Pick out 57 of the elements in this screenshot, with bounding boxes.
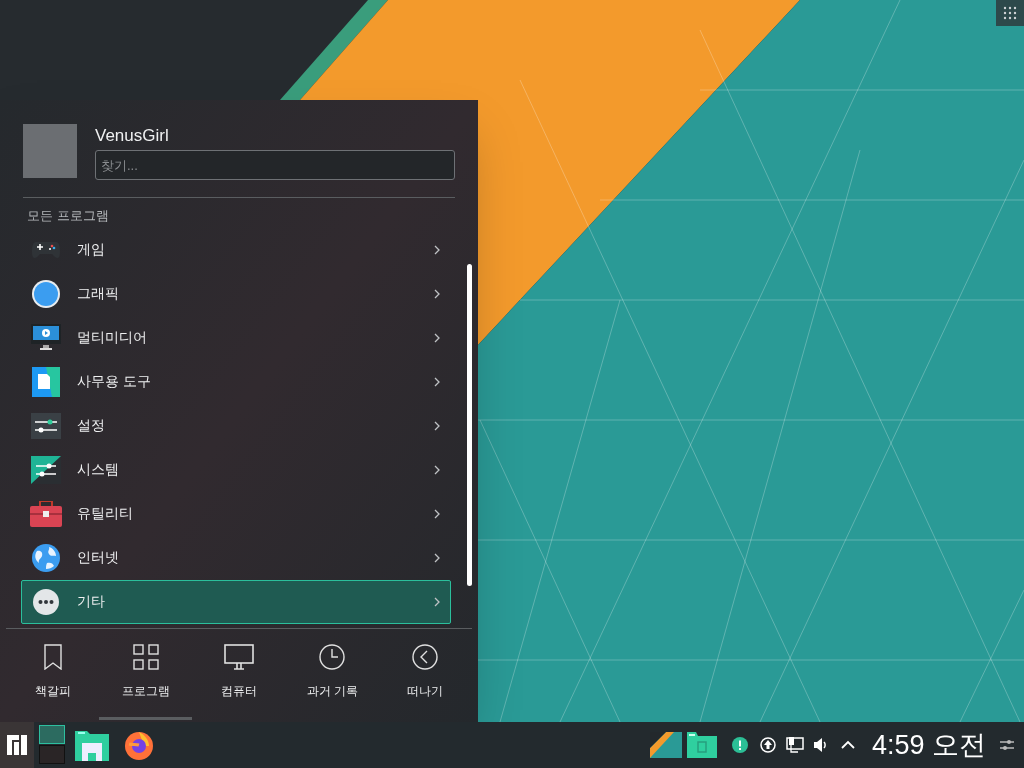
menu-tab[interactable]: 떠나기 [378,643,472,720]
back-icon [412,644,439,670]
grid-icon [132,644,159,670]
caret-up-icon[interactable] [840,740,855,750]
system-settings-icon [31,455,61,484]
network-icon[interactable] [785,737,804,753]
chevron-right-icon [434,596,440,607]
clock[interactable]: 4:59 오전 [871,731,986,759]
grid-icon [1003,6,1017,20]
folder-icon[interactable] [75,729,109,761]
section-title: 모든 프로그램 [27,207,110,225]
application-launcher-button[interactable] [0,722,34,768]
circle-icon [31,278,61,309]
firefox-icon[interactable] [123,729,155,761]
category-item[interactable]: 게임 [21,227,451,272]
chevron-right-icon [434,288,440,299]
menu-tab[interactable]: 책갈피 [6,643,100,720]
sliders-icon [31,412,61,439]
globe-icon [31,542,61,573]
desktop-toolbox-button[interactable] [996,0,1024,26]
volume-icon[interactable] [812,737,829,753]
category-item[interactable]: 그래픽 [21,271,451,316]
notification-icon[interactable] [731,737,748,753]
wallpaper-thumbnail-icon[interactable] [649,732,682,758]
category-item[interactable]: 사무용 도구 [21,359,451,404]
more-icon [32,587,60,616]
chevron-right-icon [434,420,440,431]
clock-icon [319,644,346,670]
chevron-right-icon [434,244,440,255]
category-item[interactable]: 시스템 [21,447,451,492]
sliders-icon[interactable] [1000,738,1014,752]
chevron-right-icon [434,508,440,519]
user-name: VenusGirl [95,125,170,147]
gamepad-icon [32,240,60,259]
search-field[interactable]: 찾기... [95,150,455,180]
chevron-right-icon [434,332,440,343]
category-item[interactable]: 멀티미디어 [21,315,451,360]
scrollbar-thumb[interactable] [467,263,472,586]
toolbox-icon [30,500,62,527]
chevron-right-icon [434,552,440,563]
document-icon [32,366,60,397]
monitor-icon [31,323,61,352]
update-icon[interactable] [759,737,776,753]
photo-placeholder [23,124,77,178]
category-item[interactable]: 기타 [21,579,451,624]
category-item[interactable]: 설정 [21,403,451,448]
category-item[interactable]: 인터넷 [21,535,451,580]
virtual-desktop-pager[interactable] [39,725,65,765]
monitor-icon [224,644,254,670]
chevron-right-icon [434,464,440,475]
logo-icon [7,735,27,755]
category-item[interactable]: 유틸리티 [21,491,451,536]
menu-tab[interactable]: 컴퓨터 [192,643,286,720]
bookmark-icon [43,644,62,670]
chevron-right-icon [434,376,440,387]
menu-tab[interactable]: 과거 기록 [285,643,379,720]
trash-icon[interactable] [686,732,717,758]
